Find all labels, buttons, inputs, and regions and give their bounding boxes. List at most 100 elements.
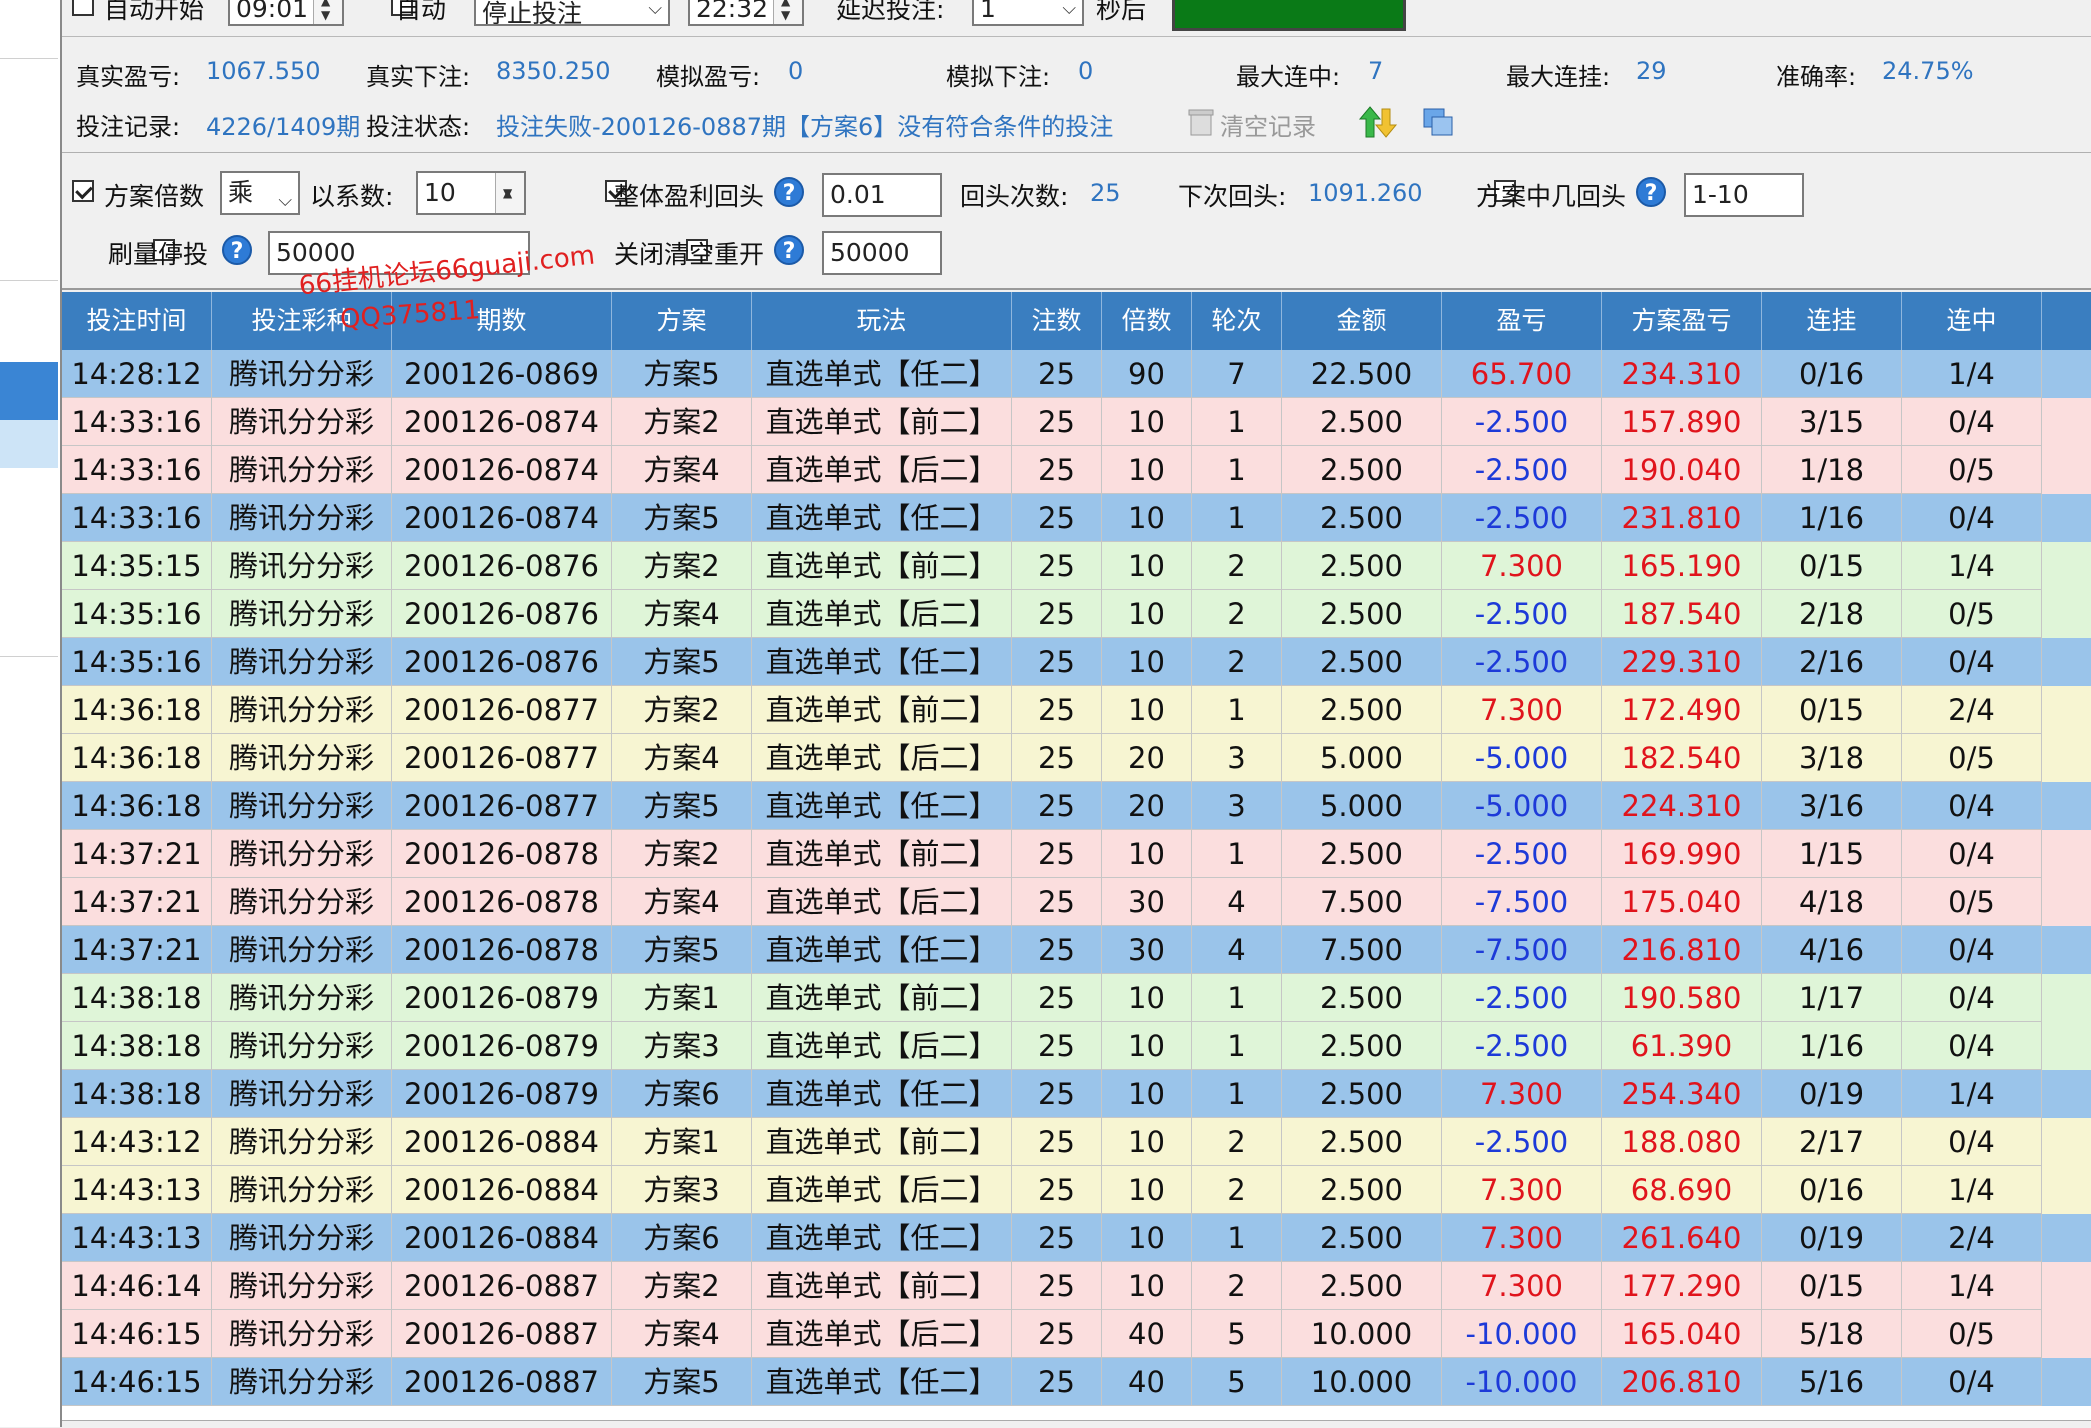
left-panel <box>0 0 61 1427</box>
cell-bets: 25 <box>1012 974 1102 1022</box>
column-header-plan-pnl[interactable]: 方案盈亏 <box>1602 292 1762 350</box>
column-header-lose-streak[interactable]: 连挂 <box>1762 292 1902 350</box>
clear-record-button[interactable] <box>1188 107 1214 137</box>
table-row[interactable]: 14:33:16 腾讯分分彩 200126-0874 方案5 直选单式【任二】 25 10 1… <box>62 494 2091 542</box>
table-row[interactable]: 14:33:16 腾讯分分彩 200126-0874 方案2 直选单式【前二】 25 10 1… <box>62 398 2091 446</box>
cell-period: 200126-0876 <box>392 590 612 638</box>
table-row[interactable]: 14:38:18 腾讯分分彩 200126-0879 方案6 直选单式【任二】 25 10 1… <box>62 1070 2091 1118</box>
cell-period: 200126-0884 <box>392 1118 612 1166</box>
cell-amount: 2.500 <box>1282 590 1442 638</box>
operator-select[interactable]: 乘 ⌵ <box>220 171 300 215</box>
cell-win-streak: 0/5 <box>1902 446 2042 494</box>
left-panel-row[interactable] <box>0 0 58 59</box>
left-panel-selected-row[interactable] <box>0 362 58 421</box>
table-row[interactable]: 14:36:18 腾讯分分彩 200126-0877 方案2 直选单式【前二】 25 10 1… <box>62 686 2091 734</box>
cell-plan-pnl: 234.310 <box>1602 350 1762 398</box>
table-row[interactable]: 14:46:14 腾讯分分彩 200126-0887 方案2 直选单式【前二】 25 10 2… <box>62 1262 2091 1310</box>
window-restore-icon[interactable] <box>1422 107 1454 137</box>
cell-lose-streak: 3/18 <box>1762 734 1902 782</box>
table-row[interactable]: 14:35:16 腾讯分分彩 200126-0876 方案5 直选单式【任二】 25 10 2… <box>62 638 2091 686</box>
mode-select[interactable]: 停止投注 ⌵ <box>474 0 670 26</box>
cell-mult: 10 <box>1102 542 1192 590</box>
column-header-pnl[interactable]: 盈亏 <box>1442 292 1602 350</box>
cell-mult: 10 <box>1102 1262 1192 1310</box>
cell-time: 14:37:21 <box>62 878 212 926</box>
left-panel-row[interactable] <box>0 420 58 469</box>
cell-plan: 方案2 <box>612 542 752 590</box>
close-clear-value: 50000 <box>830 238 910 267</box>
cell-plan: 方案2 <box>612 686 752 734</box>
cell-lose-streak: 0/15 <box>1762 686 1902 734</box>
hit-return-input[interactable]: 1-10 <box>1684 173 1804 217</box>
cell-plan: 方案6 <box>612 1214 752 1262</box>
multiplier-checkbox[interactable] <box>72 180 94 202</box>
cell-play: 直选单式【前二】 <box>752 830 1012 878</box>
help-icon[interactable]: ? <box>774 177 804 207</box>
table-row[interactable]: 14:43:13 腾讯分分彩 200126-0884 方案3 直选单式【后二】 25 10 2… <box>62 1166 2091 1214</box>
cell-mult: 10 <box>1102 1070 1192 1118</box>
column-header-win-streak[interactable]: 连中 <box>1902 292 2042 350</box>
bet-records-table[interactable]: 投注时间 投注彩种 期数 方案 玩法 注数 倍数 轮次 金额 盈亏 方案盈亏 连挂 连中 14:28:1… <box>62 292 2091 1427</box>
cell-lottery: 腾讯分分彩 <box>212 350 392 398</box>
cell-pnl: 7.300 <box>1442 686 1602 734</box>
column-header-bets[interactable]: 注数 <box>1012 292 1102 350</box>
left-panel-row[interactable] <box>0 556 58 601</box>
help-icon[interactable]: ? <box>774 235 804 265</box>
cell-pnl: 7.300 <box>1442 1166 1602 1214</box>
table-row[interactable]: 14:38:18 腾讯分分彩 200126-0879 方案3 直选单式【后二】 25 10 1… <box>62 1022 2091 1070</box>
cell-round: 1 <box>1192 494 1282 542</box>
left-panel-row[interactable] <box>0 600 58 657</box>
start-time-input[interactable]: 09:01 <box>228 0 344 26</box>
max-win-streak-label: 最大连中: <box>1236 63 1341 91</box>
table-row[interactable]: 14:28:12 腾讯分分彩 200126-0869 方案5 直选单式【任二】 25 90 7… <box>62 350 2091 398</box>
table-row[interactable]: 14:35:16 腾讯分分彩 200126-0876 方案4 直选单式【后二】 25 10 2… <box>62 590 2091 638</box>
cell-mult: 10 <box>1102 1118 1192 1166</box>
auto-start-checkbox[interactable] <box>72 0 94 16</box>
table-row[interactable]: 14:35:15 腾讯分分彩 200126-0876 方案2 直选单式【前二】 25 10 2… <box>62 542 2091 590</box>
cell-period: 200126-0879 <box>392 974 612 1022</box>
table-row[interactable]: 14:38:18 腾讯分分彩 200126-0879 方案1 直选单式【前二】 25 10 1… <box>62 974 2091 1022</box>
cell-win-streak: 0/4 <box>1902 1118 2042 1166</box>
table-row[interactable]: 14:46:15 腾讯分分彩 200126-0887 方案4 直选单式【后二】 25 40 5… <box>62 1310 2091 1358</box>
cell-period: 200126-0884 <box>392 1214 612 1262</box>
cell-round: 7 <box>1192 350 1282 398</box>
close-clear-input[interactable]: 50000 <box>822 231 942 275</box>
cell-amount: 2.500 <box>1282 1262 1442 1310</box>
table-row[interactable]: 14:46:15 腾讯分分彩 200126-0887 方案5 直选单式【任二】 25 40 5… <box>62 1358 2091 1406</box>
table-row[interactable]: 14:33:16 腾讯分分彩 200126-0874 方案4 直选单式【后二】 25 10 1… <box>62 446 2091 494</box>
table-row[interactable]: 14:43:12 腾讯分分彩 200126-0884 方案1 直选单式【前二】 25 10 2… <box>62 1118 2091 1166</box>
cell-round: 2 <box>1192 590 1282 638</box>
column-header-plan[interactable]: 方案 <box>612 292 752 350</box>
column-header-mult[interactable]: 倍数 <box>1102 292 1192 350</box>
cell-lose-streak: 1/18 <box>1762 446 1902 494</box>
start-time-value: 09:01 <box>236 0 309 23</box>
cell-amount: 2.500 <box>1282 1214 1442 1262</box>
table-row[interactable]: 14:37:21 腾讯分分彩 200126-0878 方案2 直选单式【前二】 25 10 1… <box>62 830 2091 878</box>
table-row[interactable]: 14:37:21 腾讯分分彩 200126-0878 方案5 直选单式【任二】 25 30 4… <box>62 926 2091 974</box>
end-time-input[interactable]: 22:32 <box>688 0 804 26</box>
cell-lose-streak: 4/16 <box>1762 926 1902 974</box>
help-icon[interactable]: ? <box>222 235 252 265</box>
left-panel-row[interactable] <box>0 468 58 513</box>
delay-input[interactable]: 1 ⌵ <box>972 0 1084 26</box>
cell-pnl: -7.500 <box>1442 878 1602 926</box>
overall-return-input[interactable]: 0.01 <box>822 173 942 217</box>
table-row[interactable]: 14:36:18 腾讯分分彩 200126-0877 方案4 直选单式【后二】 25 20 3… <box>62 734 2091 782</box>
cell-win-streak: 0/4 <box>1902 782 2042 830</box>
column-header-play[interactable]: 玩法 <box>752 292 1012 350</box>
table-row[interactable]: 14:36:18 腾讯分分彩 200126-0877 方案5 直选单式【任二】 25 20 3… <box>62 782 2091 830</box>
factor-input[interactable]: 10 <box>416 171 526 215</box>
table-row[interactable]: 14:37:21 腾讯分分彩 200126-0878 方案4 直选单式【后二】 25 30 4… <box>62 878 2091 926</box>
left-panel-row[interactable] <box>0 512 58 557</box>
help-icon[interactable]: ? <box>1636 177 1666 207</box>
clear-record-label[interactable]: 清空记录 <box>1220 107 1316 142</box>
column-header-round[interactable]: 轮次 <box>1192 292 1282 350</box>
cell-win-streak: 1/4 <box>1902 542 2042 590</box>
cell-plan-pnl: 188.080 <box>1602 1118 1762 1166</box>
column-header-amount[interactable]: 金额 <box>1282 292 1442 350</box>
table-row[interactable]: 14:43:13 腾讯分分彩 200126-0884 方案6 直选单式【任二】 25 10 1… <box>62 1214 2091 1262</box>
cell-pnl: -2.500 <box>1442 830 1602 878</box>
left-panel-row[interactable] <box>0 210 58 281</box>
sort-arrows-icon[interactable] <box>1358 105 1398 139</box>
column-header-time[interactable]: 投注时间 <box>62 292 212 350</box>
